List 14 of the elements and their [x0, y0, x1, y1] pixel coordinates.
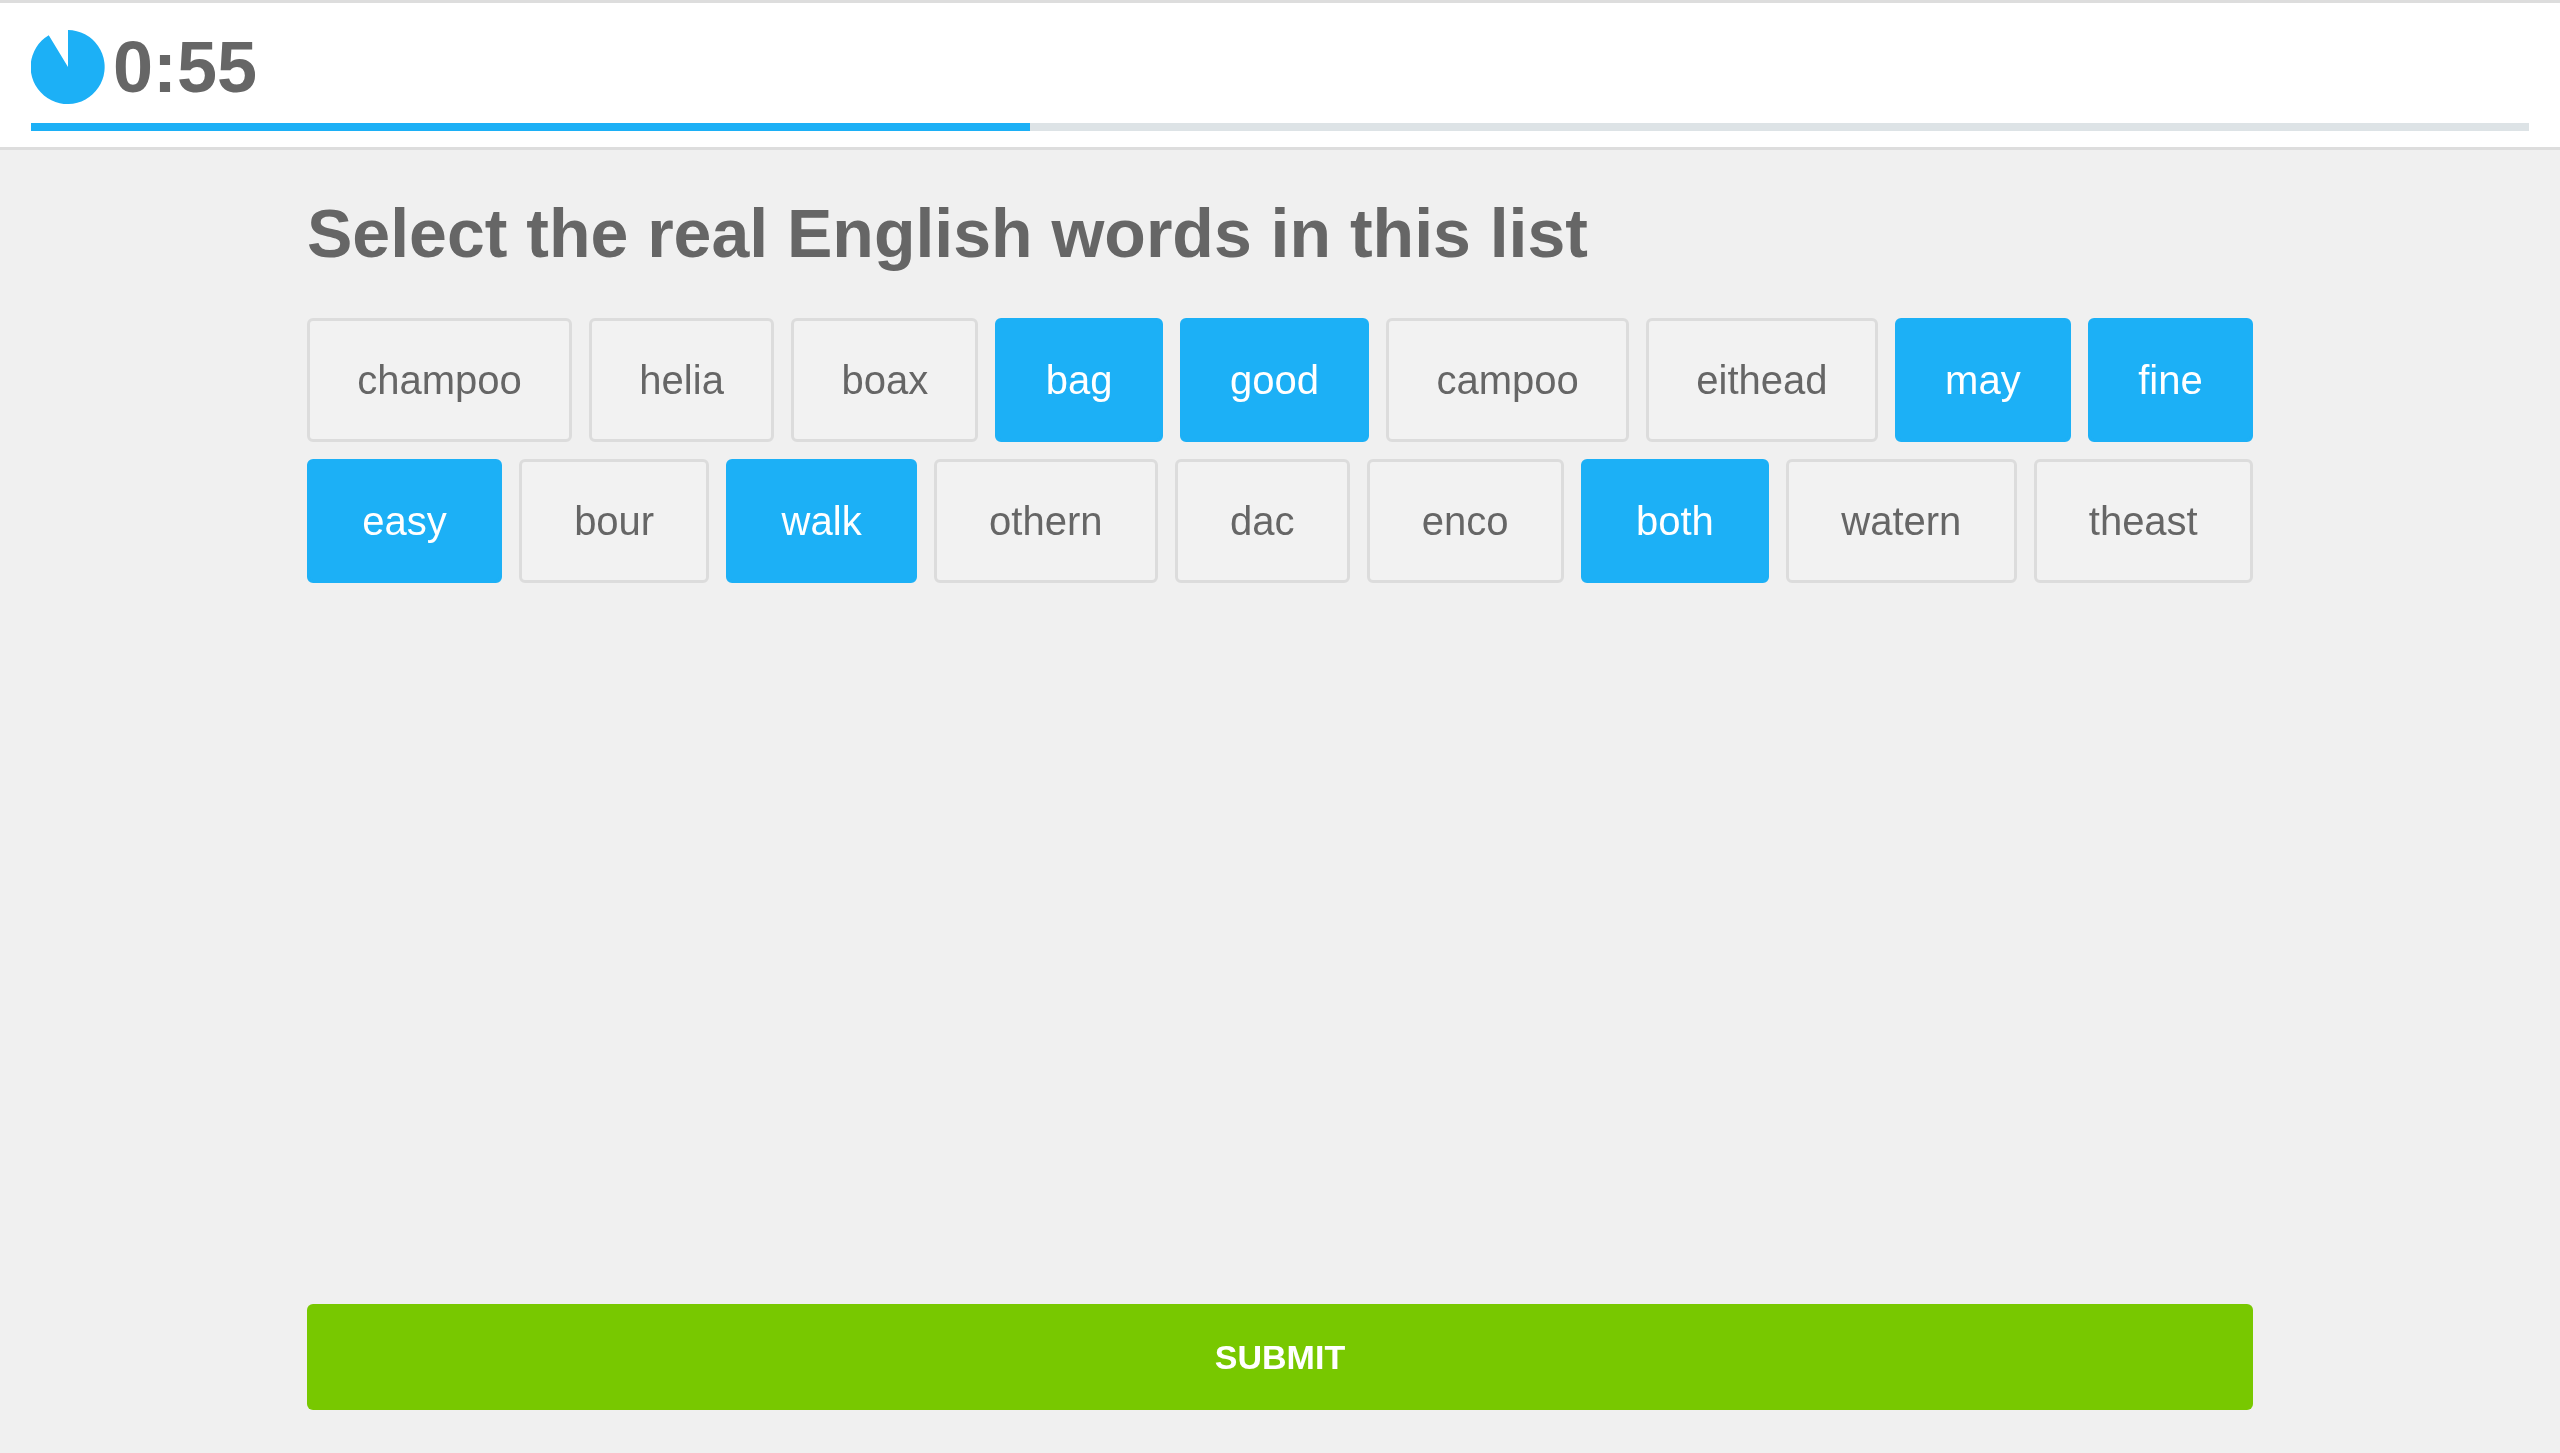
word-tile[interactable]: eithead	[1646, 318, 1878, 442]
word-tile[interactable]: bour	[518, 459, 710, 583]
timer-icon	[31, 30, 105, 104]
prompt-heading: Select the real English words in this list	[307, 194, 1589, 272]
word-tile[interactable]: campoo	[1386, 318, 1630, 442]
word-tile[interactable]: othern	[933, 459, 1158, 583]
word-tile[interactable]: theast	[2033, 459, 2253, 583]
timer-text: 0:55	[113, 31, 258, 103]
word-tile[interactable]: boax	[791, 318, 979, 442]
word-tile[interactable]: enco	[1366, 459, 1564, 583]
word-tile[interactable]: champoo	[307, 318, 573, 442]
word-tile[interactable]: helia	[589, 318, 775, 442]
word-tile[interactable]: watern	[1786, 459, 2017, 583]
word-tile[interactable]: dac	[1174, 459, 1350, 583]
